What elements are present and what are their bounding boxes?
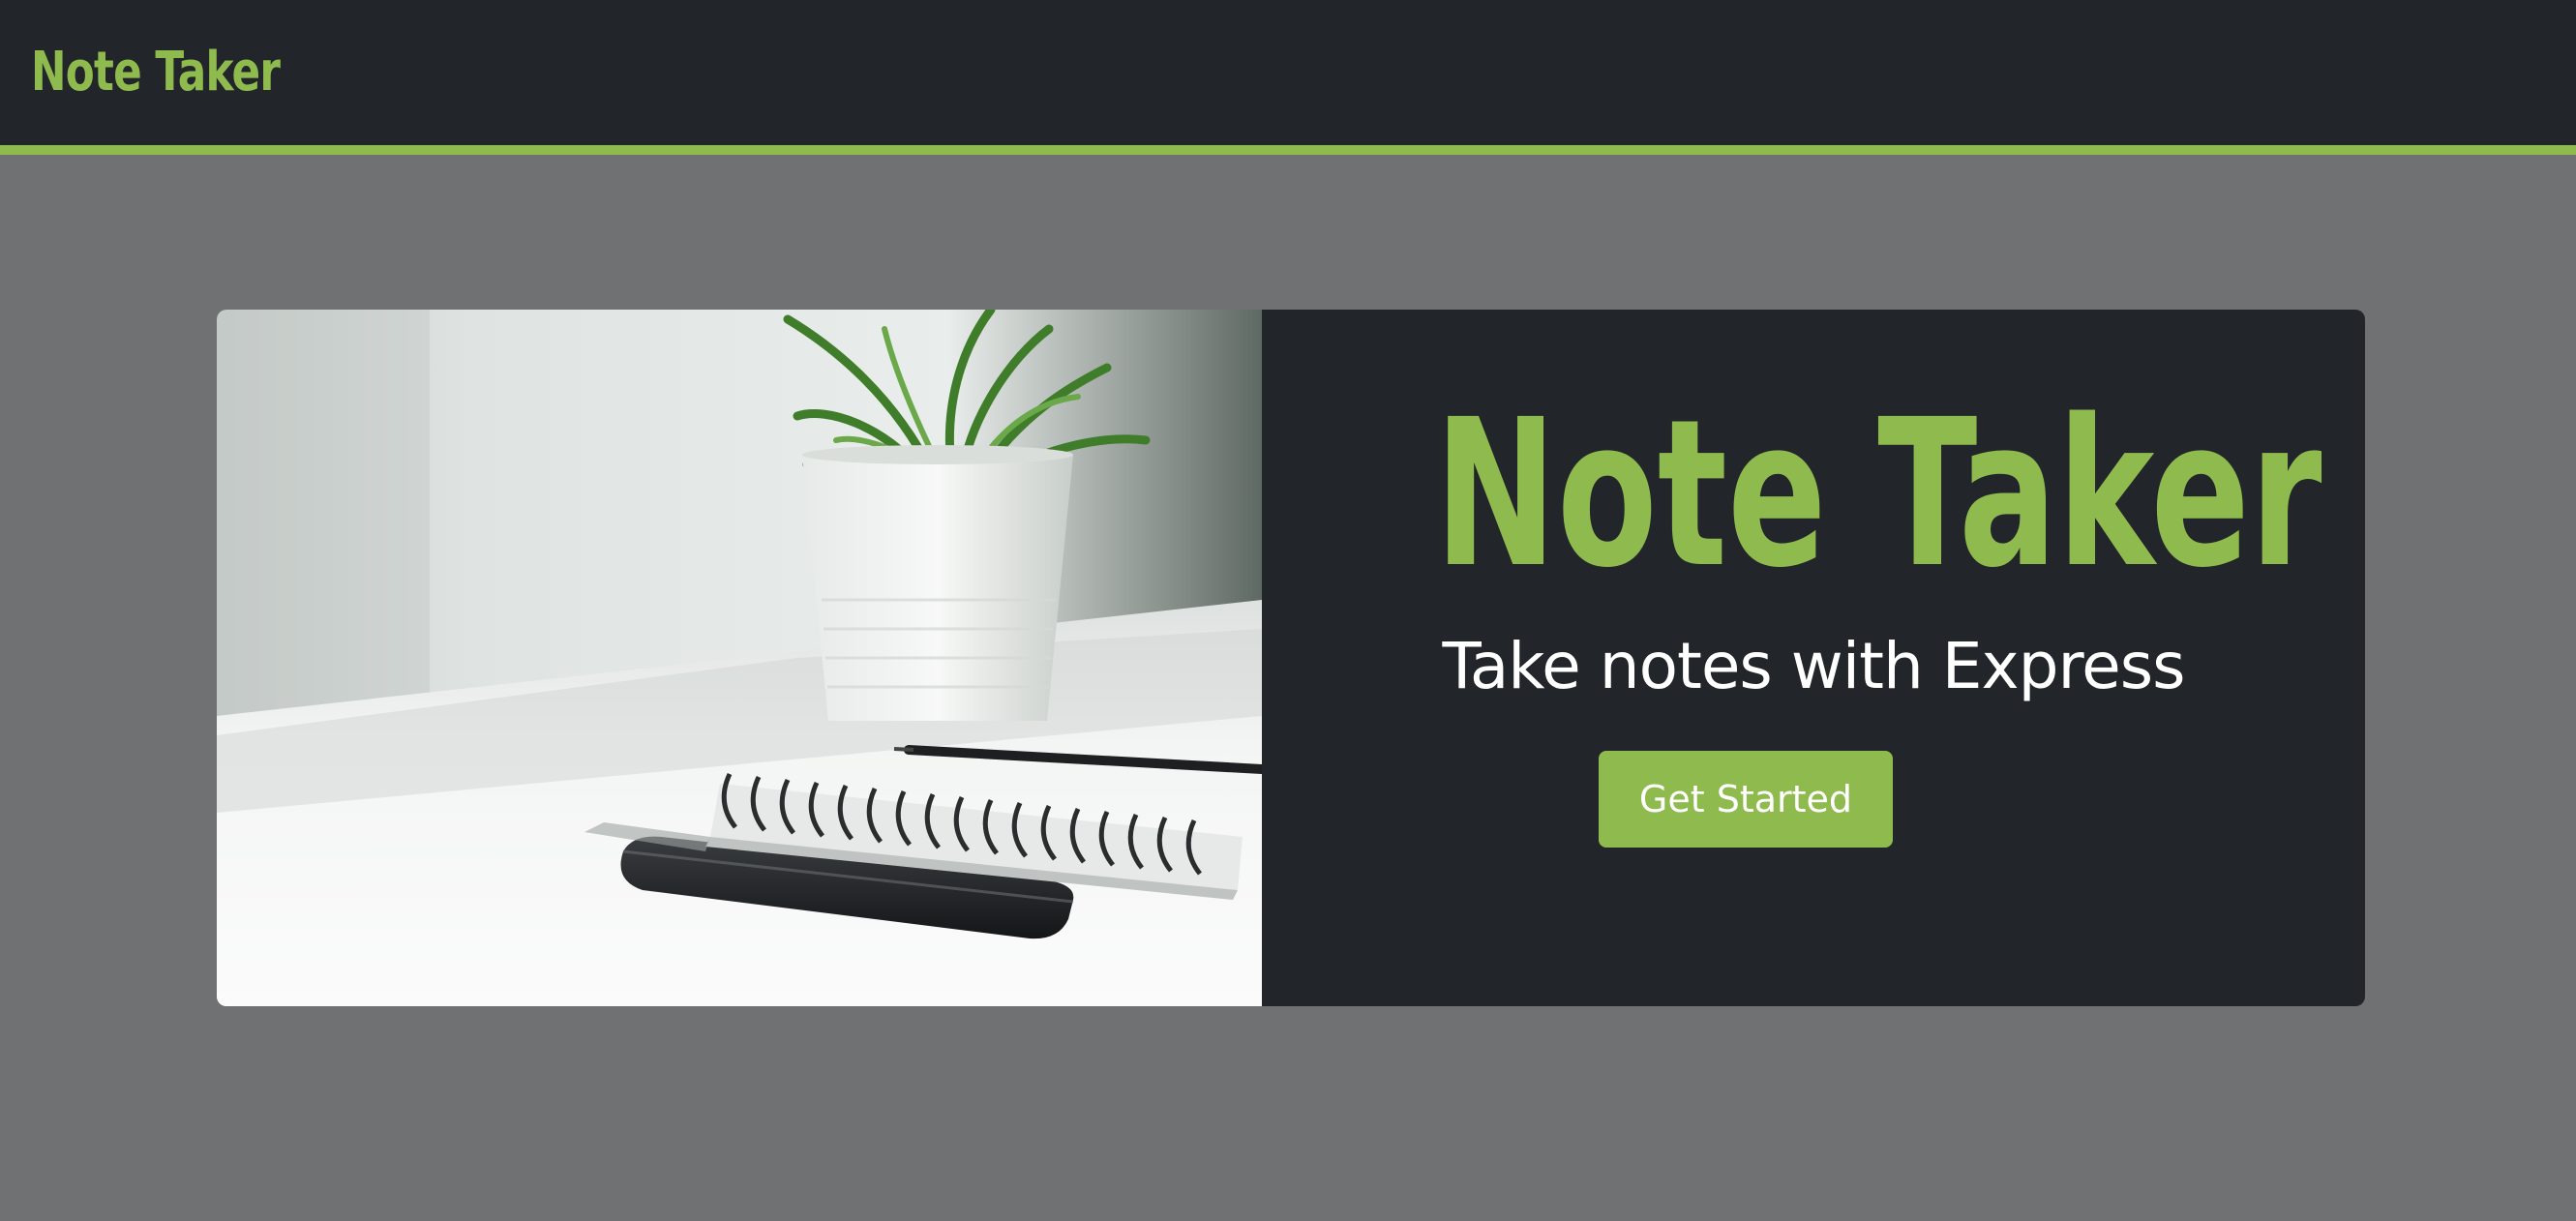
- navbar: Note Taker: [0, 0, 2576, 155]
- hero-image: [217, 310, 1262, 1006]
- hero-title: Note Taker: [1434, 375, 2322, 612]
- get-started-button[interactable]: Get Started: [1599, 751, 1893, 848]
- hero-subtitle: Take notes with Express: [1442, 629, 2185, 703]
- navbar-brand-link[interactable]: Note Taker: [31, 41, 281, 104]
- hero-text-panel: Note Taker Take notes with Express Get S…: [1262, 310, 2365, 1006]
- hero-card: Note Taker Take notes with Express Get S…: [217, 310, 2365, 1006]
